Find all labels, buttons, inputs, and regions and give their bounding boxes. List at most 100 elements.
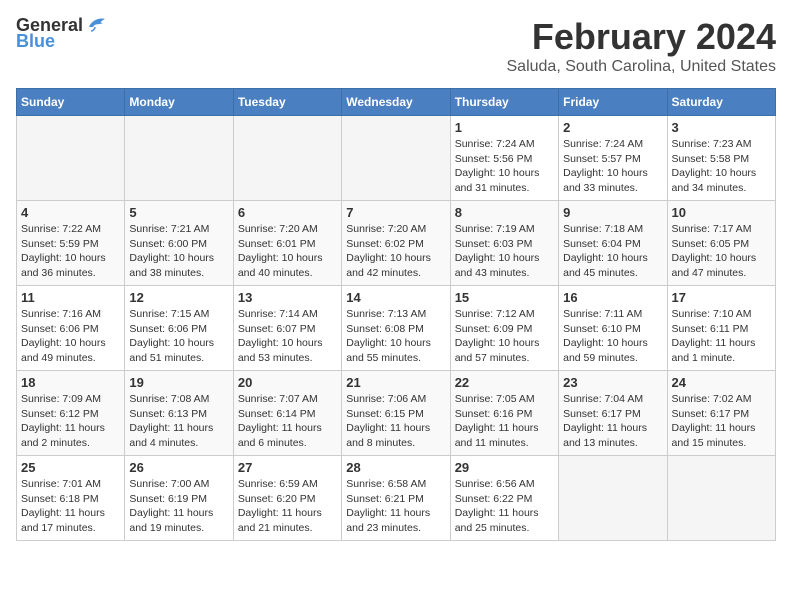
day-number: 19 <box>129 375 228 390</box>
calendar-cell: 11 Sunrise: 7:16 AM Sunset: 6:06 PM Dayli… <box>17 286 125 371</box>
day-number: 22 <box>455 375 554 390</box>
calendar-cell: 19 Sunrise: 7:08 AM Sunset: 6:13 PM Dayli… <box>125 371 233 456</box>
day-info: Sunrise: 7:24 AM Sunset: 5:56 PM Dayligh… <box>455 137 554 196</box>
day-number: 10 <box>672 205 771 220</box>
day-info: Sunrise: 7:12 AM Sunset: 6:09 PM Dayligh… <box>455 307 554 366</box>
day-info: Sunrise: 7:13 AM Sunset: 6:08 PM Dayligh… <box>346 307 445 366</box>
day-number: 23 <box>563 375 662 390</box>
day-number: 16 <box>563 290 662 305</box>
logo: General Blue <box>16 16 107 52</box>
day-info: Sunrise: 7:18 AM Sunset: 6:04 PM Dayligh… <box>563 222 662 281</box>
calendar-week-row: 25Sunrise: 7:01 AM Sunset: 6:18 PM Dayli… <box>17 456 776 541</box>
day-info: Sunrise: 7:11 AM Sunset: 6:10 PM Dayligh… <box>563 307 662 366</box>
day-info: Sunrise: 7:20 AM Sunset: 6:01 PM Dayligh… <box>238 222 337 281</box>
day-info: Sunrise: 6:59 AM Sunset: 6:20 PM Dayligh… <box>238 477 337 536</box>
calendar-cell: 18Sunrise: 7:09 AM Sunset: 6:12 PM Dayli… <box>17 371 125 456</box>
day-number: 9 <box>563 205 662 220</box>
day-info: Sunrise: 7:21 AM Sunset: 6:00 PM Dayligh… <box>129 222 228 281</box>
day-info: Sunrise: 7:02 AM Sunset: 6:17 PM Dayligh… <box>672 392 771 451</box>
calendar-cell: 7 Sunrise: 7:20 AM Sunset: 6:02 PM Daylig… <box>342 201 450 286</box>
calendar-cell: 13 Sunrise: 7:14 AM Sunset: 6:07 PM Dayli… <box>233 286 341 371</box>
day-info: Sunrise: 7:04 AM Sunset: 6:17 PM Dayligh… <box>563 392 662 451</box>
calendar-cell: 5 Sunrise: 7:21 AM Sunset: 6:00 PM Daylig… <box>125 201 233 286</box>
day-info: Sunrise: 7:14 AM Sunset: 6:07 PM Dayligh… <box>238 307 337 366</box>
logo-bird-icon <box>85 13 107 35</box>
day-info: Sunrise: 7:00 AM Sunset: 6:19 PM Dayligh… <box>129 477 228 536</box>
day-number: 20 <box>238 375 337 390</box>
calendar-cell: 25Sunrise: 7:01 AM Sunset: 6:18 PM Dayli… <box>17 456 125 541</box>
weekday-header-tuesday: Tuesday <box>233 89 341 116</box>
day-number: 3 <box>672 120 771 135</box>
day-number: 2 <box>563 120 662 135</box>
day-number: 26 <box>129 460 228 475</box>
calendar-cell: 28 Sunrise: 6:58 AM Sunset: 6:21 PM Dayli… <box>342 456 450 541</box>
calendar-cell <box>17 116 125 201</box>
day-info: Sunrise: 7:20 AM Sunset: 6:02 PM Dayligh… <box>346 222 445 281</box>
calendar-cell: 20 Sunrise: 7:07 AM Sunset: 6:14 PM Dayli… <box>233 371 341 456</box>
calendar-cell: 8Sunrise: 7:19 AM Sunset: 6:03 PM Daylig… <box>450 201 558 286</box>
calendar-cell: 15 Sunrise: 7:12 AM Sunset: 6:09 PM Dayli… <box>450 286 558 371</box>
day-number: 28 <box>346 460 445 475</box>
day-info: Sunrise: 7:22 AM Sunset: 5:59 PM Dayligh… <box>21 222 120 281</box>
day-info: Sunrise: 7:08 AM Sunset: 6:13 PM Dayligh… <box>129 392 228 451</box>
calendar-cell <box>559 456 667 541</box>
calendar-cell: 12 Sunrise: 7:15 AM Sunset: 6:06 PM Dayli… <box>125 286 233 371</box>
calendar-cell: 24 Sunrise: 7:02 AM Sunset: 6:17 PM Dayli… <box>667 371 775 456</box>
day-info: Sunrise: 7:23 AM Sunset: 5:58 PM Dayligh… <box>672 137 771 196</box>
day-info: Sunrise: 7:06 AM Sunset: 6:15 PM Dayligh… <box>346 392 445 451</box>
logo-text-blue: Blue <box>16 32 55 52</box>
weekday-header-monday: Monday <box>125 89 233 116</box>
calendar-cell: 2 Sunrise: 7:24 AM Sunset: 5:57 PM Daylig… <box>559 116 667 201</box>
day-number: 15 <box>455 290 554 305</box>
day-info: Sunrise: 6:56 AM Sunset: 6:22 PM Dayligh… <box>455 477 554 536</box>
day-number: 11 <box>21 290 120 305</box>
day-info: Sunrise: 7:09 AM Sunset: 6:12 PM Dayligh… <box>21 392 120 451</box>
day-number: 6 <box>238 205 337 220</box>
calendar-cell: 16 Sunrise: 7:11 AM Sunset: 6:10 PM Dayli… <box>559 286 667 371</box>
day-info: Sunrise: 7:24 AM Sunset: 5:57 PM Dayligh… <box>563 137 662 196</box>
calendar-cell <box>233 116 341 201</box>
calendar-cell: 21 Sunrise: 7:06 AM Sunset: 6:15 PM Dayli… <box>342 371 450 456</box>
day-info: Sunrise: 7:05 AM Sunset: 6:16 PM Dayligh… <box>455 392 554 451</box>
title-section: February 2024 Saluda, South Carolina, Un… <box>507 16 777 76</box>
day-info: Sunrise: 7:07 AM Sunset: 6:14 PM Dayligh… <box>238 392 337 451</box>
day-number: 24 <box>672 375 771 390</box>
day-info: Sunrise: 7:10 AM Sunset: 6:11 PM Dayligh… <box>672 307 771 366</box>
calendar-cell: 14 Sunrise: 7:13 AM Sunset: 6:08 PM Dayli… <box>342 286 450 371</box>
calendar-cell: 22 Sunrise: 7:05 AM Sunset: 6:16 PM Dayli… <box>450 371 558 456</box>
calendar-cell: 27 Sunrise: 6:59 AM Sunset: 6:20 PM Dayli… <box>233 456 341 541</box>
calendar-cell: 26 Sunrise: 7:00 AM Sunset: 6:19 PM Dayli… <box>125 456 233 541</box>
calendar-cell: 23 Sunrise: 7:04 AM Sunset: 6:17 PM Dayli… <box>559 371 667 456</box>
calendar-week-row: 1 Sunrise: 7:24 AM Sunset: 5:56 PM Daylig… <box>17 116 776 201</box>
day-info: Sunrise: 7:17 AM Sunset: 6:05 PM Dayligh… <box>672 222 771 281</box>
weekday-header-row: SundayMondayTuesdayWednesdayThursdayFrid… <box>17 89 776 116</box>
day-info: Sunrise: 7:01 AM Sunset: 6:18 PM Dayligh… <box>21 477 120 536</box>
calendar-cell <box>125 116 233 201</box>
weekday-header-thursday: Thursday <box>450 89 558 116</box>
header: General Blue February 2024 Saluda, South… <box>16 16 776 76</box>
calendar-cell <box>342 116 450 201</box>
day-number: 5 <box>129 205 228 220</box>
day-number: 7 <box>346 205 445 220</box>
day-number: 17 <box>672 290 771 305</box>
month-title: February 2024 <box>507 16 777 58</box>
weekday-header-sunday: Sunday <box>17 89 125 116</box>
day-number: 1 <box>455 120 554 135</box>
day-number: 12 <box>129 290 228 305</box>
weekday-header-saturday: Saturday <box>667 89 775 116</box>
day-number: 14 <box>346 290 445 305</box>
day-info: Sunrise: 7:19 AM Sunset: 6:03 PM Dayligh… <box>455 222 554 281</box>
day-info: Sunrise: 6:58 AM Sunset: 6:21 PM Dayligh… <box>346 477 445 536</box>
calendar-week-row: 11 Sunrise: 7:16 AM Sunset: 6:06 PM Dayli… <box>17 286 776 371</box>
calendar-cell: 9 Sunrise: 7:18 AM Sunset: 6:04 PM Daylig… <box>559 201 667 286</box>
calendar-week-row: 18Sunrise: 7:09 AM Sunset: 6:12 PM Dayli… <box>17 371 776 456</box>
day-number: 29 <box>455 460 554 475</box>
day-number: 27 <box>238 460 337 475</box>
day-info: Sunrise: 7:16 AM Sunset: 6:06 PM Dayligh… <box>21 307 120 366</box>
day-number: 21 <box>346 375 445 390</box>
day-number: 13 <box>238 290 337 305</box>
location-title: Saluda, South Carolina, United States <box>507 58 777 76</box>
weekday-header-friday: Friday <box>559 89 667 116</box>
calendar-cell: 17 Sunrise: 7:10 AM Sunset: 6:11 PM Dayli… <box>667 286 775 371</box>
day-info: Sunrise: 7:15 AM Sunset: 6:06 PM Dayligh… <box>129 307 228 366</box>
